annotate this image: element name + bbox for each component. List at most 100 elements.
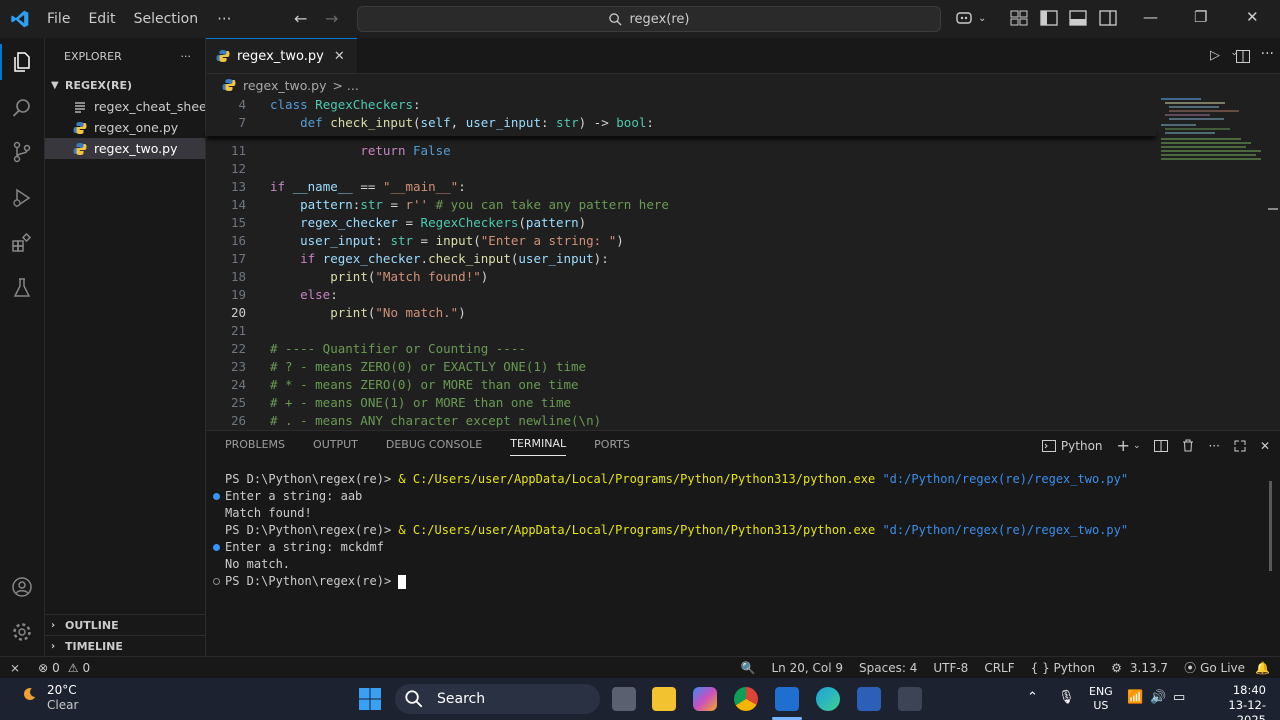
code-line[interactable]: 26 # . - means ANY character except newli… bbox=[206, 412, 1156, 430]
remote-icon[interactable]: ⨯ bbox=[10, 661, 20, 675]
extensions-icon[interactable] bbox=[10, 231, 34, 255]
timeline-section[interactable]: › TIMELINE bbox=[45, 635, 206, 657]
command-decoration-icon[interactable] bbox=[213, 544, 220, 551]
account-icon[interactable] bbox=[10, 575, 34, 599]
microphone-icon[interactable]: 🎙 bbox=[1058, 690, 1075, 705]
code-line[interactable]: 13 if __name__ == "__main__": bbox=[206, 178, 1156, 196]
store-icon[interactable] bbox=[857, 687, 881, 711]
command-center-search[interactable]: regex(re) bbox=[357, 6, 941, 32]
toggle-panel-icon[interactable] bbox=[1069, 10, 1087, 26]
breadcrumb-file[interactable]: regex_two.py bbox=[243, 78, 326, 93]
tab-problems[interactable]: PROBLEMS bbox=[225, 433, 285, 456]
tab-terminal[interactable]: TERMINAL bbox=[510, 432, 567, 456]
tab-ports[interactable]: PORTS bbox=[594, 433, 630, 456]
breadcrumb-more[interactable]: > ... bbox=[332, 78, 358, 93]
explorer-more-icon[interactable]: ··· bbox=[181, 50, 192, 63]
battery-icon[interactable]: ▭ bbox=[1173, 690, 1185, 705]
copilot-icon[interactable] bbox=[955, 10, 973, 26]
sticky-scroll-line[interactable]: 4 class RegexCheckers: bbox=[206, 96, 1156, 114]
code-line[interactable]: 19 else: bbox=[206, 286, 1156, 304]
run-debug-icon[interactable] bbox=[10, 186, 34, 210]
encoding[interactable]: UTF-8 bbox=[933, 661, 968, 675]
eol[interactable]: CRLF bbox=[984, 661, 1014, 675]
go-live-icon[interactable]: ⦿ bbox=[1184, 659, 1196, 676]
terminal-output[interactable]: PS D:\Python\regex(re)> & C:/Users/user/… bbox=[206, 471, 1268, 590]
panel-more-icon[interactable]: ··· bbox=[1208, 439, 1219, 453]
language-mode[interactable]: { } Python bbox=[1031, 661, 1096, 675]
run-python-icon[interactable]: ▷ bbox=[1210, 48, 1220, 63]
editor-more-icon[interactable]: ··· bbox=[1261, 46, 1274, 62]
file-explorer-icon[interactable] bbox=[652, 687, 676, 711]
weather-icon[interactable] bbox=[20, 684, 46, 710]
notifications-icon[interactable]: 🔔 bbox=[1255, 661, 1270, 675]
indentation[interactable]: Spaces: 4 bbox=[859, 661, 917, 675]
python-version[interactable]: 3.13.7 bbox=[1130, 661, 1168, 675]
code-line[interactable]: 23 # ? - means ZERO(0) or EXACTLY ONE(1) … bbox=[206, 358, 1156, 376]
trash-icon[interactable] bbox=[1182, 439, 1194, 452]
command-decoration-icon[interactable] bbox=[213, 578, 220, 585]
code-line[interactable]: 25 # + - means ONE(1) or MORE than one ti… bbox=[206, 394, 1156, 412]
toggle-primary-sidebar-icon[interactable] bbox=[1040, 10, 1058, 26]
code-line[interactable]: 24 # * - means ZERO(0) or MORE than one t… bbox=[206, 376, 1156, 394]
code-line[interactable]: 22 # ---- Quantifier or Counting ---- bbox=[206, 340, 1156, 358]
settings-gear-icon[interactable] bbox=[10, 620, 34, 644]
explorer-icon[interactable] bbox=[10, 50, 34, 74]
tray-chevron-icon[interactable]: ⌃ bbox=[1027, 690, 1038, 705]
toggle-secondary-sidebar-icon[interactable] bbox=[1099, 10, 1117, 26]
terminal-scrollbar[interactable] bbox=[1269, 481, 1272, 571]
tab-debug-console[interactable]: DEBUG CONSOLE bbox=[386, 433, 482, 456]
windows-start-icon[interactable] bbox=[358, 687, 382, 711]
testing-icon[interactable] bbox=[10, 276, 34, 300]
copilot-dropdown-icon[interactable]: ⌄ bbox=[978, 13, 986, 24]
code-line[interactable]: 11 return False bbox=[206, 142, 1156, 160]
outline-section[interactable]: › OUTLINE bbox=[45, 614, 206, 636]
split-editor-icon[interactable] bbox=[1236, 50, 1250, 63]
menu-file[interactable]: File bbox=[38, 0, 79, 38]
terminal-shell-label[interactable]: Python bbox=[1061, 439, 1103, 453]
clock[interactable]: 18:40 13-12-2025 bbox=[1200, 683, 1266, 720]
warnings-icon[interactable]: ⚠ bbox=[68, 661, 79, 675]
wifi-icon[interactable]: 📶 bbox=[1127, 690, 1143, 705]
code-line[interactable]: 18 print("Match found!") bbox=[206, 268, 1156, 286]
file-item-regex-two[interactable]: regex_two.py bbox=[45, 138, 205, 159]
menu-selection[interactable]: Selection bbox=[125, 0, 208, 38]
folder-row[interactable]: ▼ REGEX(RE) bbox=[45, 74, 205, 96]
python-env-icon[interactable]: ⚙ bbox=[1111, 661, 1122, 675]
close-panel-icon[interactable]: ✕ bbox=[1260, 439, 1270, 453]
chrome-icon[interactable] bbox=[734, 687, 758, 711]
sticky-scroll-line[interactable]: 7 def check_input(self, user_input: str)… bbox=[206, 114, 1156, 132]
taskbar-search[interactable]: Search bbox=[395, 684, 600, 714]
minimap[interactable] bbox=[1161, 96, 1267, 166]
close-tab-icon[interactable]: ✕ bbox=[334, 49, 345, 64]
cursor-position[interactable]: Ln 20, Col 9 bbox=[772, 661, 844, 675]
vscode-taskbar-icon[interactable] bbox=[775, 687, 799, 711]
zoom-icon[interactable]: 🔍 bbox=[741, 661, 756, 675]
tab-output[interactable]: OUTPUT bbox=[313, 433, 358, 456]
edge-icon[interactable] bbox=[816, 687, 840, 711]
file-item-regex-one[interactable]: regex_one.py bbox=[45, 117, 205, 138]
search-activity-icon[interactable] bbox=[10, 96, 34, 120]
split-terminal-icon[interactable] bbox=[1154, 439, 1169, 452]
menu-edit[interactable]: Edit bbox=[79, 0, 124, 38]
code-line[interactable]: 16 user_input: str = input("Enter a stri… bbox=[206, 232, 1156, 250]
tab-regex-two[interactable]: regex_two.py ✕ bbox=[206, 38, 357, 73]
file-item-cheat-sheet[interactable]: regex_cheat_sheet... bbox=[45, 96, 205, 117]
command-decoration-icon[interactable] bbox=[213, 493, 220, 500]
go-live[interactable]: Go Live bbox=[1200, 661, 1245, 675]
code-line[interactable]: 12 bbox=[206, 160, 1156, 178]
task-view-icon[interactable] bbox=[612, 687, 636, 711]
new-terminal-icon[interactable]: + bbox=[1117, 436, 1130, 455]
terminal-dropdown-icon[interactable]: ⌄ bbox=[1133, 441, 1141, 451]
back-arrow-icon[interactable]: ← bbox=[294, 9, 307, 28]
volume-icon[interactable]: 🔊 bbox=[1150, 690, 1166, 705]
code-line[interactable]: 17 if regex_checker.check_input(user_inp… bbox=[206, 250, 1156, 268]
code-line[interactable]: 20 print("No match.") bbox=[206, 304, 1156, 322]
weather-widget[interactable]: 20°C Clear bbox=[47, 683, 78, 713]
snipping-tool-icon[interactable] bbox=[898, 687, 922, 711]
menu-more-icon[interactable]: ··· bbox=[207, 10, 241, 28]
maximize-panel-icon[interactable] bbox=[1234, 440, 1246, 452]
close-window-icon[interactable]: ✕ bbox=[1246, 8, 1259, 26]
forward-arrow-icon[interactable]: → bbox=[325, 9, 338, 28]
code-line[interactable]: 21 bbox=[206, 322, 1156, 340]
language-indicator[interactable]: ENG US bbox=[1089, 685, 1113, 713]
